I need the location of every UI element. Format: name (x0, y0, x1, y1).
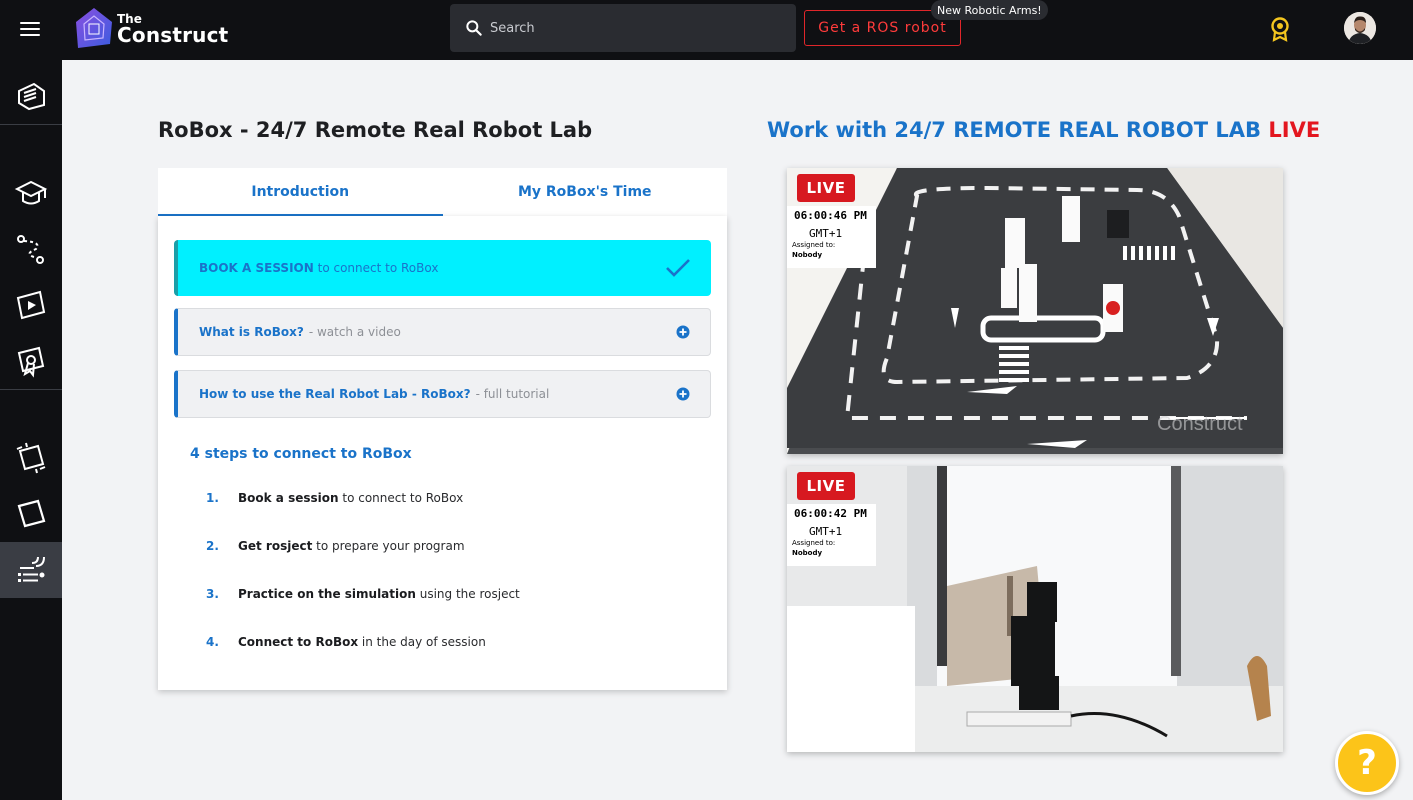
step-number: 1. (206, 491, 219, 505)
step-bold: Book a session (238, 491, 339, 505)
book-session-suffix: to connect to RoBox (313, 261, 439, 275)
step-bold: Get rosject (238, 539, 313, 553)
sidebar-item-videos[interactable] (0, 277, 62, 333)
accordion-label: How to use the Real Robot Lab - RoBox? (199, 387, 471, 401)
live-title-text: Work with 24/7 REMOTE REAL ROBOT LAB (767, 118, 1269, 142)
camera-time: 06:00:42 PM (794, 507, 867, 520)
logo-text: Construct (117, 23, 229, 47)
avatar[interactable] (1344, 12, 1376, 44)
book-session-label: BOOK A SESSION (199, 261, 314, 275)
logo-mark-icon (76, 8, 112, 48)
accordion-what-is-robox[interactable]: What is RoBox? - watch a video (174, 308, 711, 356)
expand-plus-icon[interactable] (676, 325, 690, 339)
accordion-how-to-use[interactable]: How to use the Real Robot Lab - RoBox? -… (174, 370, 711, 418)
step-number: 3. (206, 587, 219, 601)
camera-timezone: GMT+1 (809, 227, 843, 240)
assigned-user: Nobody (792, 251, 823, 259)
expand-plus-icon[interactable] (676, 387, 690, 401)
camera-overlay: 06:00:46 PM GMT+1 Assigned to: Nobody (787, 206, 876, 268)
rosject-icon (16, 442, 46, 474)
assigned-label: Assigned to: (792, 539, 836, 547)
notebook-icon (17, 499, 46, 528)
certificate-icon (17, 346, 45, 378)
sidebar-item-notebooks[interactable] (0, 486, 62, 542)
video-icon (16, 290, 46, 320)
sidebar-item-academy[interactable] (0, 165, 62, 221)
accordion-suffix: - watch a video (308, 325, 401, 339)
step-text: using the rosject (415, 587, 520, 601)
live-badge: LIVE (797, 174, 855, 202)
camera-time: 06:00:46 PM (794, 209, 867, 222)
step-number: 2. (206, 539, 219, 553)
sidebar-item-real-robot-lab[interactable] (0, 542, 62, 598)
page-title: RoBox - 24/7 Remote Real Robot Lab (158, 118, 593, 142)
step-bold: Practice on the simulation (238, 587, 416, 601)
camera-overlay: 06:00:42 PM GMT+1 Assigned to: Nobody (787, 504, 876, 566)
help-button[interactable]: ? (1335, 731, 1399, 795)
step-text: in the day of session (358, 635, 486, 649)
sidebar-divider (0, 124, 62, 125)
tab-introduction[interactable]: Introduction (158, 168, 443, 216)
robot-lab-icon (18, 556, 45, 582)
sidebar-divider (0, 389, 62, 390)
camera-feed-arm[interactable]: LIVE 06:00:42 PM GMT+1 Assigned to: Nobo… (787, 466, 1283, 752)
live-title-highlight: LIVE (1268, 118, 1321, 142)
step-bold: Connect to RoBox (238, 635, 359, 649)
accordion-suffix: - full tutorial (475, 387, 550, 401)
accordion-label: What is RoBox? (199, 325, 304, 339)
book-session-button[interactable]: BOOK A SESSION to connect to RoBox (174, 240, 711, 296)
search-input[interactable] (490, 16, 780, 40)
camera-feed-arena[interactable]: Construct LIVE 06:00:46 PM GMT+1 Assigne… (787, 168, 1283, 454)
live-badge: LIVE (797, 472, 855, 500)
search-icon (466, 20, 482, 36)
svg-text:Construct: Construct (1157, 413, 1243, 435)
sidebar-item-certifications[interactable] (0, 333, 62, 389)
sidebar-item-learning-paths[interactable] (0, 221, 62, 277)
sidebar (0, 60, 62, 800)
check-icon (666, 259, 690, 277)
step-number: 4. (206, 635, 219, 649)
assigned-user: Nobody (792, 549, 823, 557)
step-text: to prepare your program (312, 539, 465, 553)
courses-icon (18, 82, 45, 111)
sidebar-item-courses[interactable] (0, 68, 62, 124)
path-icon (17, 235, 44, 264)
new-robotic-arms-badge[interactable]: New Robotic Arms! (931, 0, 1048, 20)
camera-timezone: GMT+1 (809, 525, 843, 538)
search-box[interactable] (450, 4, 796, 52)
menu-icon[interactable] (18, 18, 42, 42)
logo[interactable]: The Construct (70, 4, 230, 54)
steps-title: 4 steps to connect to RoBox (190, 446, 412, 462)
top-bar: The Construct Get a ROS robot New Roboti… (0, 0, 1413, 60)
sidebar-item-rosjects[interactable] (0, 430, 62, 486)
tab-my-robox-time[interactable]: My RoBox's Time (443, 168, 728, 216)
assigned-label: Assigned to: (792, 241, 836, 249)
award-icon[interactable] (1268, 16, 1292, 42)
live-section-title: Work with 24/7 REMOTE REAL ROBOT LAB LIV… (767, 118, 1320, 142)
user-photo-icon (1344, 12, 1376, 44)
introduction-card: BOOK A SESSION to connect to RoBox What … (158, 216, 727, 690)
step-text: to connect to RoBox (338, 491, 464, 505)
tab-bar: Introduction My RoBox's Time (158, 168, 727, 216)
graduation-cap-icon (14, 180, 48, 205)
